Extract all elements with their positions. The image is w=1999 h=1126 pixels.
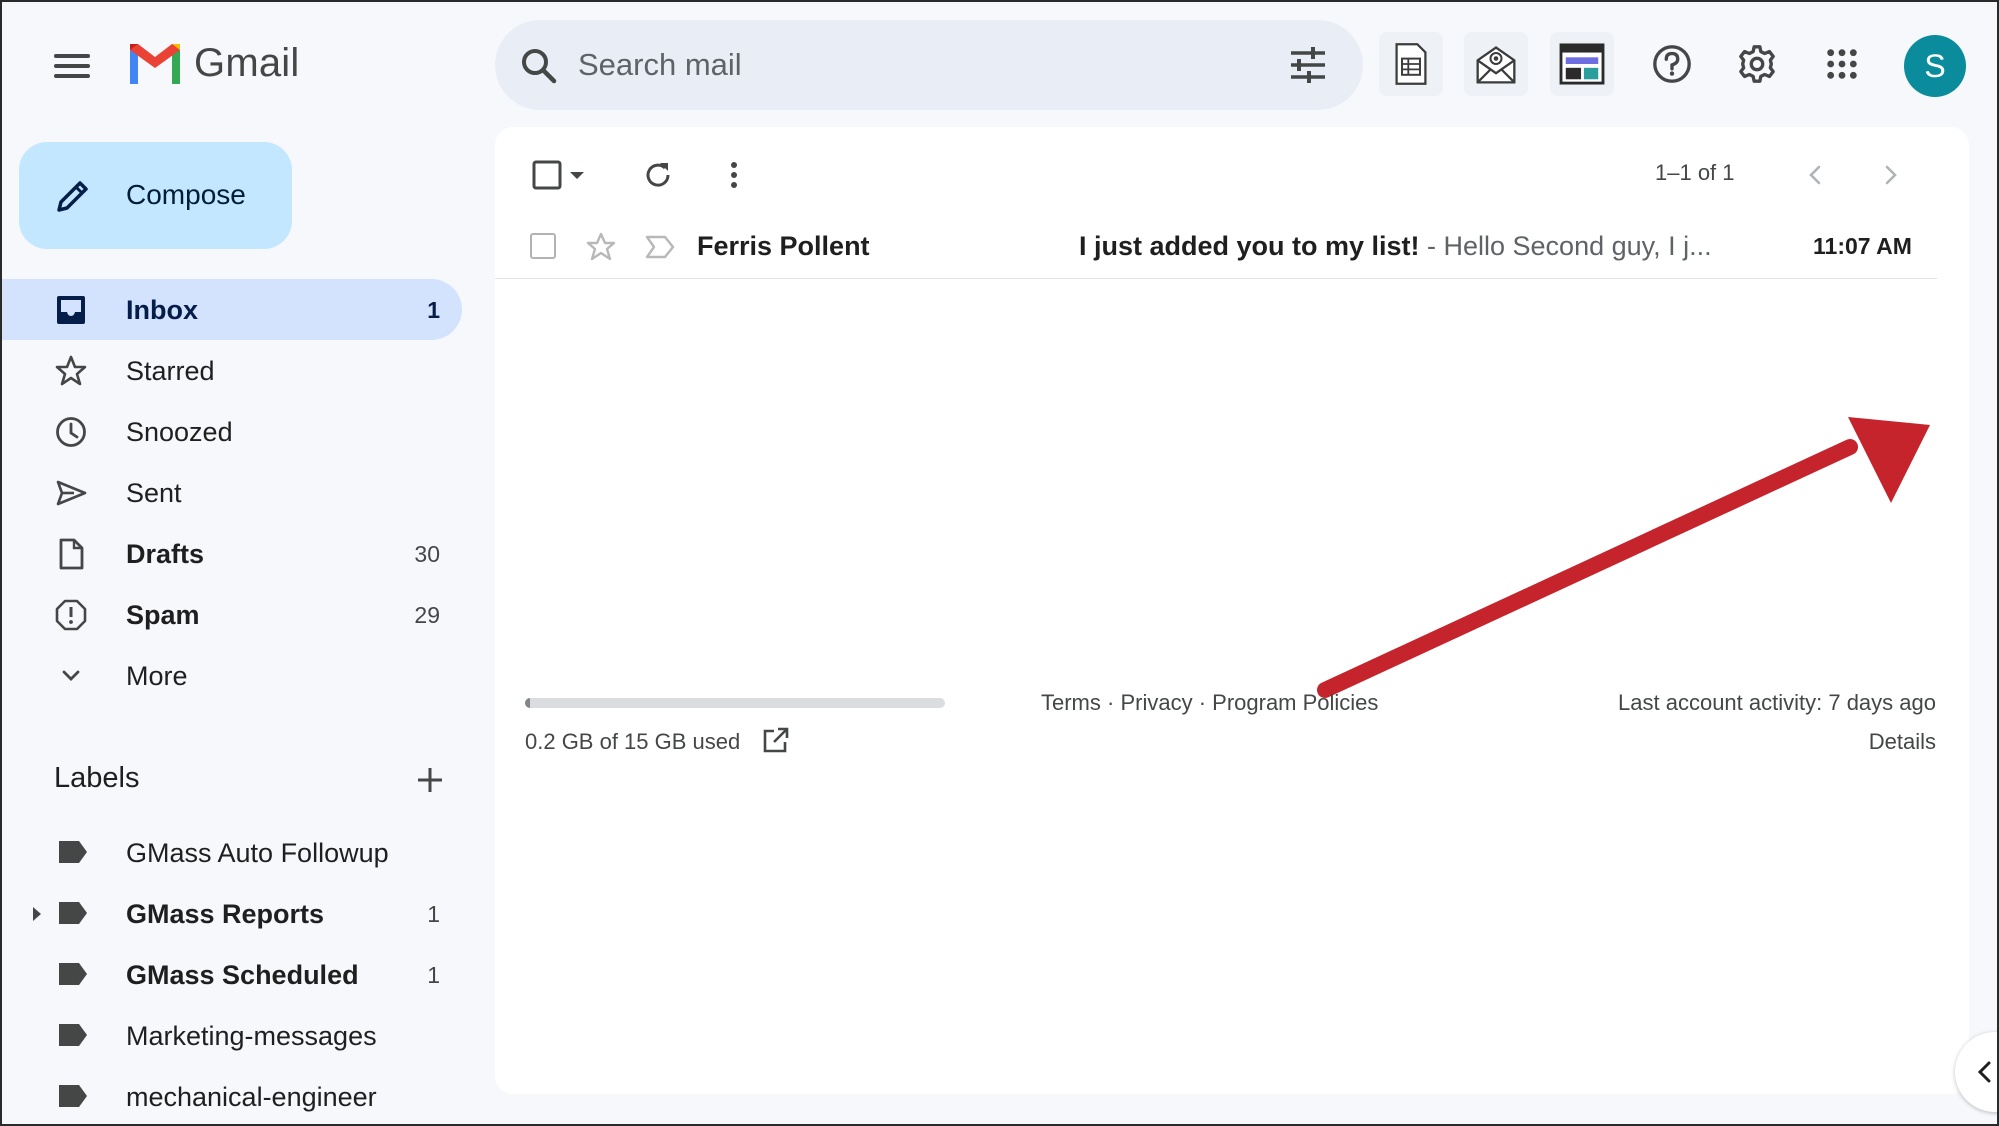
help-icon[interactable] [1640,32,1704,96]
separator: · [1192,690,1213,715]
importance-marker-icon[interactable] [643,233,677,261]
label-item-marketing-messages[interactable]: Marketing-messages [2,1005,462,1066]
sidebar-item-snoozed[interactable]: Snoozed [2,401,462,462]
compose-button[interactable]: Compose [19,142,292,249]
search-bar[interactable] [495,20,1363,110]
pagination-range: 1–1 of 1 [1655,160,1735,185]
sidebar-item-label: More [126,661,188,691]
unread-count: 1 [427,297,440,323]
apps-grid-icon[interactable] [1810,32,1874,96]
clock-icon [56,417,86,447]
main-menu-icon[interactable] [44,44,100,88]
sidebar-item-more[interactable]: More [2,645,462,706]
labels-list: GMass Auto Followup GMass Reports 1 GMas… [2,822,464,1124]
more-options-icon[interactable] [714,155,754,195]
settings-gear-icon[interactable] [1725,32,1789,96]
send-icon [56,480,87,506]
label-item-gmass-scheduled[interactable]: GMass Scheduled 1 [2,944,462,1005]
label-name: GMass Scheduled [126,960,359,990]
row-checkbox[interactable] [530,233,556,259]
add-label-icon[interactable] [410,760,450,800]
dashboard-addon-icon[interactable] [1550,32,1614,96]
label-tag-icon [59,902,87,924]
compose-label: Compose [126,179,246,210]
mail-list-panel: 1–1 of 1 Ferris Pollent I just added you… [495,127,1969,1094]
chevron-left-icon[interactable] [1795,155,1835,195]
sidebar-item-label: Sent [126,478,182,508]
app-name: Gmail [194,40,300,85]
pencil-icon [57,181,88,212]
label-item-mechanical-engineer[interactable]: mechanical-engineer [2,1066,462,1124]
sheets-addon-icon[interactable] [1379,32,1443,96]
sidebar-item-spam[interactable]: Spam 29 [2,584,462,645]
spam-count: 29 [414,602,440,628]
sidebar-item-label: Drafts [126,539,205,569]
sidebar-item-label: Spam [126,600,200,630]
top-bar: Gmail Search mail S [2,2,1997,127]
sidebar-item-drafts[interactable]: Drafts 30 [2,523,462,584]
label-item-gmass-auto-followup[interactable]: GMass Auto Followup [2,822,462,883]
inbox-icon [57,296,85,324]
select-dropdown-icon[interactable] [565,155,589,195]
chevron-down-icon [62,670,80,681]
sidebar-nav: Inbox 1 Starred Snoozed Sent Drafts 30 S… [2,279,464,706]
label-name: mechanical-engineer [126,1082,377,1112]
label-name: GMass Reports [126,899,325,929]
select-all-checkbox[interactable] [527,155,567,195]
refresh-icon[interactable] [638,155,678,195]
label-count: 1 [427,962,440,988]
label-count: 1 [427,901,440,927]
annotation-arrow [1317,417,1930,698]
label-tag-icon [59,1085,87,1107]
sidebar-item-inbox[interactable]: Inbox 1 [2,279,462,340]
expand-caret-icon[interactable] [33,907,41,921]
spam-icon [55,599,87,631]
message-snippet: - Hello Second guy, I j... [1427,231,1712,261]
last-account-activity: Last account activity: 7 days ago [1618,690,1936,715]
drafts-count: 30 [414,541,440,567]
star-icon [55,355,87,386]
details-link[interactable]: Details [1869,729,1936,755]
separator: · [1100,690,1121,715]
search-input[interactable] [578,40,1218,90]
search-icon[interactable] [517,44,561,88]
privacy-link[interactable]: Privacy [1120,690,1192,715]
storage-usage-bar [525,698,945,708]
gmail-m-icon [130,44,180,84]
label-tag-icon [59,1024,87,1046]
search-options-icon[interactable] [1285,42,1331,88]
chevron-left-icon [1977,1061,1991,1083]
label-tag-icon [59,841,87,863]
email-at-addon-icon[interactable] [1464,32,1528,96]
label-item-gmass-reports[interactable]: GMass Reports 1 [2,883,462,944]
draft-icon [59,538,84,570]
sidebar-item-label: Inbox [126,295,198,325]
table-row[interactable]: Ferris Pollent I just added you to my li… [495,217,1937,279]
labels-heading: Labels [54,762,140,794]
label-tag-icon [59,963,87,985]
star-toggle-icon[interactable] [584,230,618,264]
account-avatar[interactable]: S [1904,35,1966,97]
sidebar-item-label: Starred [126,356,215,386]
storage-usage-fill [525,698,531,708]
message-time: 11:07 AM [1813,233,1912,259]
sidebar-item-sent[interactable]: Sent [2,462,462,523]
program-policies-link[interactable]: Program Policies [1212,690,1378,715]
gmail-window: Gmail Search mail S Compose Inbox 1 Star… [0,0,1999,1126]
chevron-right-icon[interactable] [1871,155,1911,195]
sidebar-item-starred[interactable]: Starred [2,340,462,401]
gmail-logo[interactable]: Gmail [126,40,299,86]
message-subject: I just added you to my list! [1079,231,1420,261]
open-in-new-icon[interactable] [761,725,791,755]
terms-link[interactable]: Terms [1041,690,1101,715]
sidebar-item-label: Snoozed [126,417,233,447]
message-sender: Ferris Pollent [697,231,870,261]
footer-links: Terms · Privacy · Program Policies [1041,690,1378,716]
label-name: Marketing-messages [126,1021,377,1051]
label-name: GMass Auto Followup [126,838,389,868]
storage-usage-text: 0.2 GB of 15 GB used [525,729,741,754]
